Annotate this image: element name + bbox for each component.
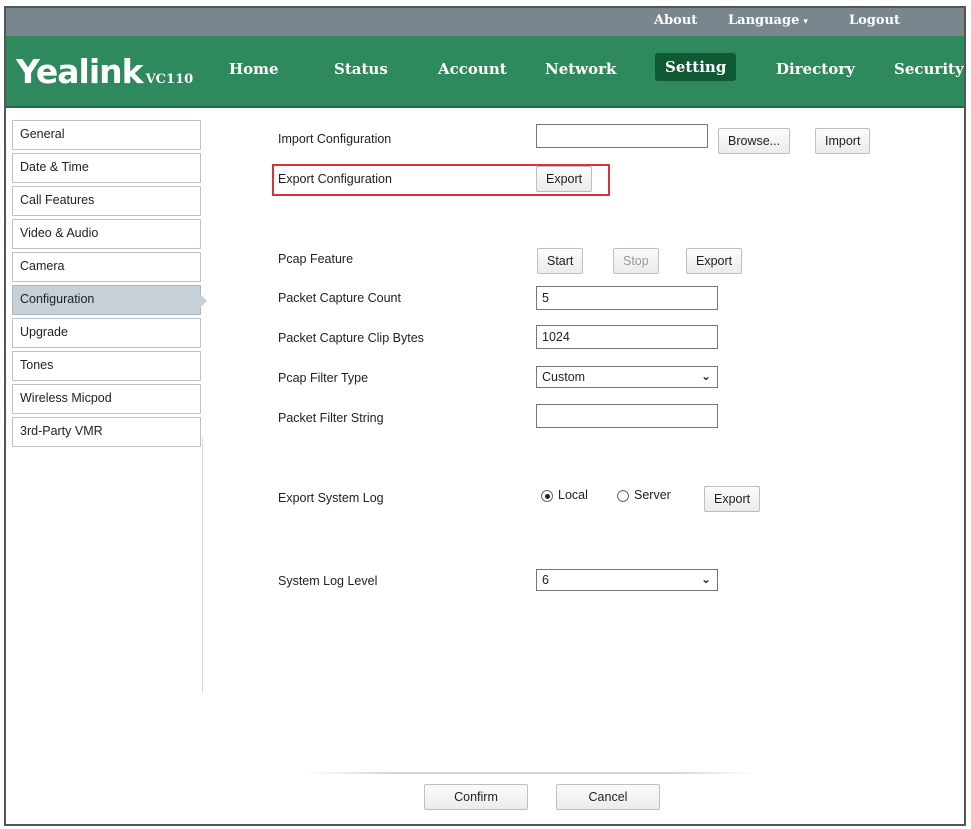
log-level-select[interactable]: 6 ⌄	[536, 569, 718, 591]
logo-text: Yealink	[16, 52, 144, 91]
tab-account[interactable]: Account	[438, 60, 507, 78]
tab-home[interactable]: Home	[229, 60, 279, 78]
sidebar-item-wireless-micpod[interactable]: Wireless Micpod	[12, 384, 201, 414]
server-radio[interactable]	[617, 490, 629, 502]
system-log-label: Export System Log	[278, 491, 384, 505]
app-window: About Language ▾ Logout Yealink VC110 Home…	[4, 6, 966, 826]
tab-status[interactable]: Status	[334, 60, 388, 78]
export-config-label: Export Configuration	[278, 172, 392, 186]
cancel-button[interactable]: Cancel	[556, 784, 660, 810]
log-level-label: System Log Level	[278, 574, 378, 588]
model-label: VC110	[145, 72, 194, 87]
sidebar-item-configuration[interactable]: Configuration	[12, 285, 207, 315]
sidebar-item-tones[interactable]: Tones	[12, 351, 201, 381]
active-arrow-icon	[200, 294, 207, 308]
sidebar-item-general[interactable]: General	[12, 120, 201, 150]
filter-type-value: Custom	[542, 370, 586, 384]
server-radio-label: Server	[634, 488, 671, 502]
pcap-stop-button[interactable]: Stop	[613, 248, 659, 274]
logout-link[interactable]: Logout	[849, 13, 900, 28]
pcap-feature-label: Pcap Feature	[278, 252, 354, 266]
filter-type-select[interactable]: Custom ⌄	[536, 366, 718, 388]
filter-type-label: Pcap Filter Type	[278, 371, 369, 385]
tab-network[interactable]: Network	[545, 60, 616, 78]
chevron-down-icon: ⌄	[700, 572, 711, 586]
sidebar-item-upgrade[interactable]: Upgrade	[12, 318, 201, 348]
browse-button[interactable]: Browse...	[718, 128, 791, 154]
sidebar-item-call-features[interactable]: Call Features	[12, 186, 201, 216]
chevron-down-icon: ▾	[803, 17, 808, 27]
sidebar-item-video-audio[interactable]: Video & Audio	[12, 219, 201, 249]
language-label: Language	[728, 13, 800, 28]
sidebar-item-camera[interactable]: Camera	[12, 252, 201, 282]
local-radio[interactable]	[541, 490, 553, 502]
import-file-input[interactable]	[536, 124, 708, 148]
tab-security[interactable]: Security	[894, 60, 964, 78]
about-link[interactable]: About	[654, 13, 697, 28]
tab-directory[interactable]: Directory	[776, 60, 855, 78]
system-log-export-button[interactable]: Export	[704, 486, 761, 512]
sidebar-item-date-time[interactable]: Date & Time	[12, 153, 201, 183]
footer-divider	[306, 772, 756, 774]
local-radio-label: Local	[558, 488, 588, 502]
filter-string-label: Packet Filter String	[278, 411, 384, 425]
import-config-label: Import Configuration	[278, 132, 392, 146]
sidebar: General Date & Time Call Features Video …	[12, 120, 207, 450]
pcap-export-button[interactable]: Export	[686, 248, 743, 274]
packet-count-input[interactable]: 5	[536, 286, 718, 310]
packet-count-label: Packet Capture Count	[278, 291, 401, 305]
confirm-button[interactable]: Confirm	[424, 784, 528, 810]
clip-bytes-label: Packet Capture Clip Bytes	[278, 331, 424, 345]
top-utility-bar: About Language ▾ Logout	[6, 8, 964, 36]
yealink-logo: Yealink VC110	[16, 52, 193, 91]
pcap-start-button[interactable]: Start	[537, 248, 584, 274]
chevron-down-icon: ⌄	[700, 369, 711, 383]
filter-string-input[interactable]	[536, 404, 718, 428]
log-level-value: 6	[542, 573, 549, 587]
tab-setting[interactable]: Setting	[655, 53, 737, 81]
sidebar-item-3rd-party-vmr[interactable]: 3rd-Party VMR	[12, 417, 201, 447]
import-button[interactable]: Import	[815, 128, 871, 154]
sidebar-item-label: Configuration	[20, 292, 95, 306]
main-nav: Yealink VC110 Home Status Account Network…	[6, 36, 964, 108]
sidebar-divider	[202, 438, 203, 693]
language-menu[interactable]: Language ▾	[728, 13, 808, 28]
export-config-button[interactable]: Export	[536, 166, 593, 192]
clip-bytes-input[interactable]: 1024	[536, 325, 718, 349]
